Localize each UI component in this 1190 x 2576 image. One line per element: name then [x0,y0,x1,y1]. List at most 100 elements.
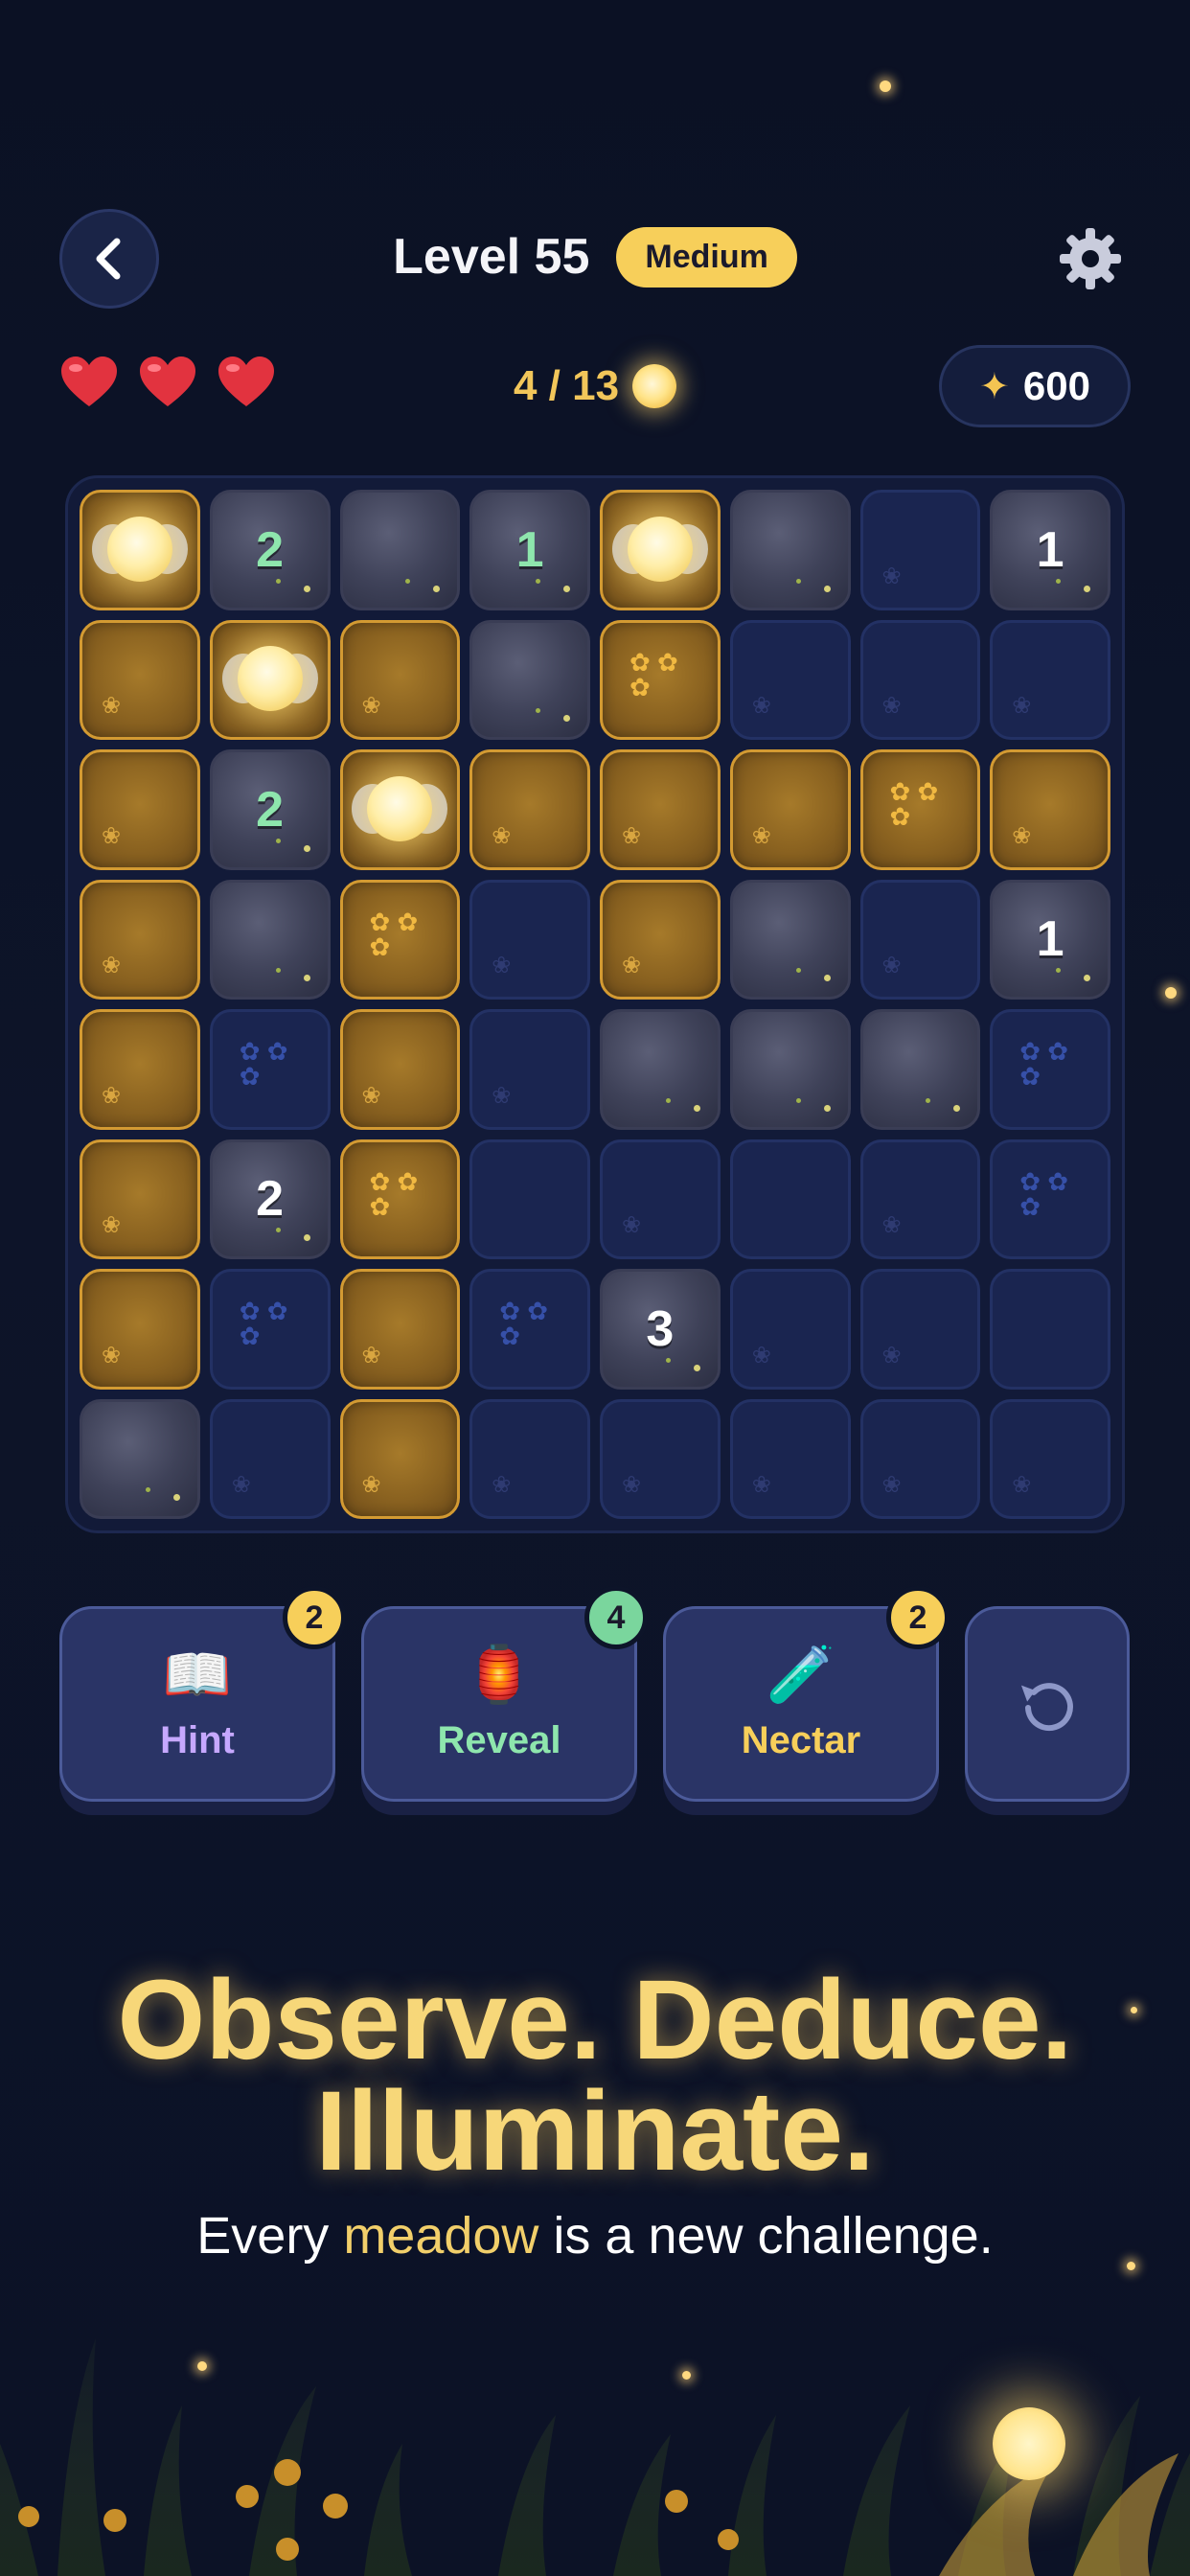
board-tile[interactable] [859,749,981,870]
board-tile[interactable] [729,1138,851,1259]
level-title: Level 55 [393,229,590,285]
board-tile[interactable] [600,749,721,870]
board-tile[interactable] [600,1398,721,1519]
board-tile[interactable] [469,1398,590,1519]
board-tile[interactable]: 1 [990,490,1110,610]
reveal-button[interactable]: 🏮 Reveal 4 [361,1586,648,1802]
board-tile[interactable]: 1 [469,490,590,610]
nectar-count-badge: 2 [886,1586,950,1649]
board-tile[interactable] [729,879,851,1000]
board-tile[interactable]: 2 [209,1138,331,1259]
board-tile[interactable] [469,1269,590,1390]
board-tile[interactable] [469,619,590,740]
subheadline: Every meadow is a new challenge. [0,2206,1190,2266]
board-tile[interactable]: 2 [209,490,331,610]
board-tile[interactable] [859,1269,981,1390]
nectar-button[interactable]: 🧪 Nectar 2 [663,1586,950,1802]
board-tile[interactable] [729,1269,851,1390]
board-tile[interactable] [859,1138,981,1259]
gear-icon [1060,228,1121,289]
nectar-label: Nectar [741,1718,861,1761]
board-tile[interactable] [339,1398,461,1519]
board-tile[interactable] [469,749,590,870]
board-tile[interactable] [729,619,851,740]
board-tile[interactable] [600,619,721,740]
board-tile[interactable] [80,1138,200,1259]
board-tile[interactable] [80,749,200,870]
board-tile[interactable] [209,1269,331,1390]
board-tile[interactable] [80,490,200,610]
subheadline-text-end: is a new challenge. [538,2207,994,2265]
board-tile[interactable] [990,749,1110,870]
potion-icon: 🧪 [766,1643,836,1706]
board-tile[interactable] [729,749,851,870]
board-tile[interactable] [469,1009,590,1130]
board-tile[interactable] [859,1398,981,1519]
board-tile[interactable] [990,1398,1110,1519]
board-tile[interactable] [990,619,1110,740]
firefly-icon [346,775,453,843]
firefly-spark [880,80,891,92]
score-value: 600 [1022,363,1090,408]
board-tile[interactable] [600,1009,721,1130]
board-tile[interactable] [600,1138,721,1259]
board-tile[interactable] [729,1009,851,1130]
firefly-spark [1127,2262,1135,2270]
hint-button[interactable]: 📖 Hint 2 [59,1586,346,1802]
firefly-icon [86,516,194,584]
score-pill: ✦ 600 [939,345,1131,427]
board-tile[interactable] [339,1269,461,1390]
board-tile[interactable] [859,490,981,610]
board-tile[interactable]: 1 [990,879,1110,1000]
board-tile[interactable] [80,619,200,740]
board-tile[interactable] [209,619,331,740]
subheadline-text: Every [196,2207,344,2265]
headline-line-1: Observe. Deduce. [117,1957,1073,2083]
tile-number: 1 [1036,521,1064,578]
board-tile[interactable] [80,1398,200,1519]
board-tile[interactable] [209,1009,331,1130]
glowing-firefly-orb [993,2407,1065,2480]
level-header: Level 55 Medium [0,218,1190,295]
board-tile[interactable] [859,879,981,1000]
firefly-icon [606,516,714,584]
board-tile[interactable] [339,1138,461,1259]
settings-button[interactable] [1056,224,1125,293]
tile-number: 3 [646,1300,675,1357]
board-tile[interactable] [729,490,851,610]
hint-count-badge: 2 [283,1586,346,1649]
board-tile[interactable] [339,1009,461,1130]
open-book-icon: 📖 [162,1643,233,1706]
firefly-spark [1131,2007,1137,2013]
firefly-icon [632,364,677,408]
tile-number: 1 [1036,911,1064,968]
board-tile[interactable] [859,1009,981,1130]
board-tile[interactable] [80,879,200,1000]
board-tile[interactable] [209,1398,331,1519]
board-tile[interactable] [339,490,461,610]
undo-icon [1020,1683,1073,1732]
board-tile[interactable] [600,490,721,610]
board-tile[interactable] [600,879,721,1000]
board-tile[interactable] [339,749,461,870]
board-tile[interactable] [339,619,461,740]
sparkle-icon: ✦ [979,366,1010,407]
board-tile[interactable] [339,879,461,1000]
progress-count: 4 / 13 [513,362,620,409]
board-tile[interactable]: 2 [209,749,331,870]
game-board: 2 1 1 2 1 2 3 [65,475,1125,1533]
board-tile[interactable]: 3 [600,1269,721,1390]
board-tile[interactable] [469,879,590,1000]
board-tile[interactable] [469,1138,590,1259]
board-tile[interactable] [990,1138,1110,1259]
board-tile[interactable] [729,1398,851,1519]
firefly-spark [1165,987,1177,999]
board-tile[interactable] [990,1009,1110,1130]
board-tile[interactable] [80,1009,200,1130]
headline-line-2: Illuminate. [315,2068,875,2195]
board-tile[interactable] [859,619,981,740]
board-tile[interactable] [209,879,331,1000]
board-tile[interactable] [990,1269,1110,1390]
board-tile[interactable] [80,1269,200,1390]
undo-button[interactable] [965,1606,1130,1802]
